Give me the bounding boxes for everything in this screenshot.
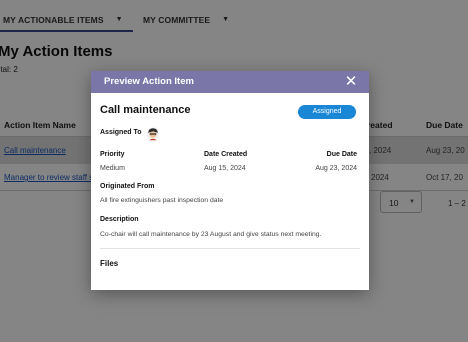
files-label: Files [100, 259, 119, 268]
dialog-title: Preview Action Item [104, 76, 194, 87]
action-item-title: Call maintenance [100, 104, 191, 116]
preview-action-item-dialog: Preview Action Item ✕ Call maintenance A… [91, 71, 369, 290]
date-created-label: Date Created [204, 151, 248, 158]
priority-value: Medium [100, 165, 125, 172]
due-date-label: Due Date [326, 151, 357, 158]
date-created-value: Aug 15, 2024 [204, 165, 246, 172]
divider [100, 248, 360, 249]
close-icon[interactable]: ✕ [343, 74, 359, 90]
description-label: Description [100, 216, 139, 223]
originated-from-label: Originated From [100, 183, 155, 190]
description-value: Co-chair will call maintenance by 23 Aug… [100, 231, 322, 238]
due-date-value: Aug 23, 2024 [315, 165, 357, 172]
dialog-header: Preview Action Item ✕ [91, 71, 369, 93]
originated-from-value: All fire extinguishers past inspection d… [100, 197, 224, 204]
priority-label: Priority [100, 151, 125, 158]
assigned-to-label: Assigned To [100, 129, 142, 136]
user-avatar-icon[interactable] [146, 127, 160, 141]
status-badge: Assigned [298, 105, 356, 119]
